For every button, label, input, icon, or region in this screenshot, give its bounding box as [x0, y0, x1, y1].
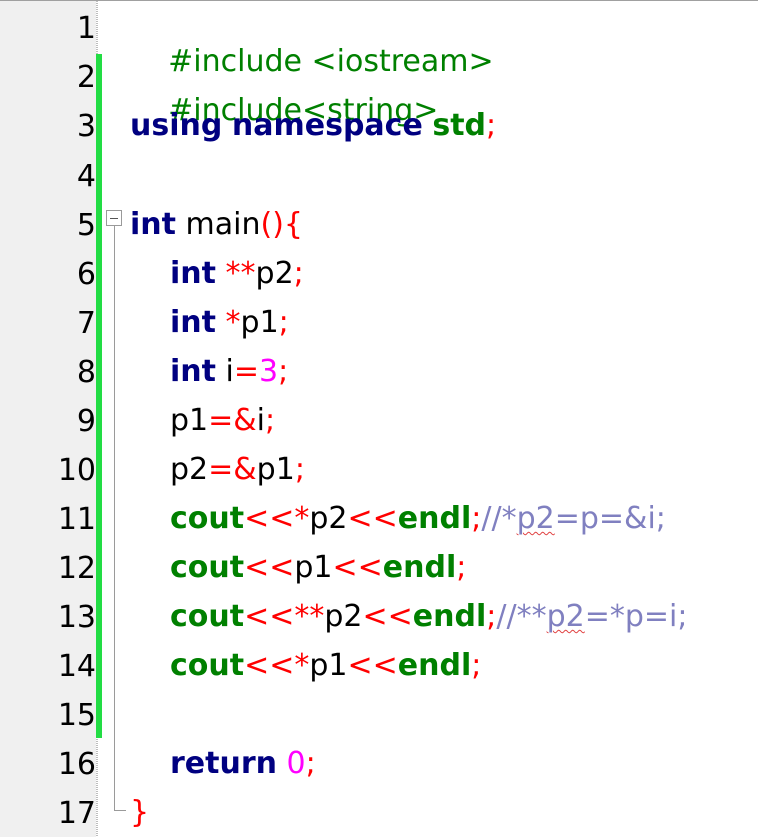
- line-number: 2: [76, 60, 96, 95]
- comment-spellcheck: p2: [516, 501, 555, 536]
- operator: =&: [208, 403, 257, 438]
- semicolon: ;: [305, 746, 316, 781]
- cout-keyword: cout: [170, 599, 245, 634]
- keyword-int: int: [170, 256, 216, 291]
- editor-top-border: [0, 0, 758, 1]
- code-line-17: }: [130, 796, 149, 830]
- cout-keyword: cout: [170, 550, 245, 585]
- code-line-5: int main(){: [130, 208, 303, 242]
- operator: *: [215, 305, 241, 340]
- semicolon: ;: [294, 452, 305, 487]
- operator: <<**: [244, 599, 325, 634]
- endl-keyword: endl: [412, 599, 487, 634]
- keyword-return: return: [170, 746, 277, 781]
- code-line-10: p2=&p1;: [170, 453, 305, 487]
- line-number-gutter: 1 2 3 4 5 6 7 8 9 10 11 12 13 14 15 16 1…: [0, 1, 96, 837]
- code-line-6: int **p2;: [170, 257, 304, 291]
- number-literal: 3: [259, 354, 279, 389]
- semicolon: ;: [471, 501, 482, 536]
- code-line-12: cout<<p1<<endl;: [170, 551, 466, 585]
- line-number: 4: [76, 159, 96, 194]
- operator: <<: [244, 550, 295, 585]
- namespace-std: std: [432, 108, 487, 143]
- keyword-int: int: [170, 305, 216, 340]
- comment: =*p=i;: [584, 599, 688, 634]
- endl-keyword: endl: [397, 648, 472, 683]
- code-line-3: using namespace std;: [130, 109, 496, 143]
- line-number: 3: [76, 109, 96, 144]
- identifier: p1: [256, 452, 295, 487]
- code-line-16: return 0;: [170, 747, 316, 781]
- line-number: 6: [76, 257, 96, 292]
- code-line-9: p1=&i;: [170, 404, 275, 438]
- identifier: p1: [294, 550, 333, 585]
- semicolon: ;: [265, 403, 276, 438]
- comment: =p=&i;: [554, 501, 666, 536]
- line-number: 12: [57, 551, 96, 586]
- punctuation: (){: [260, 207, 303, 242]
- identifier: p2: [255, 256, 294, 291]
- code-line-8: int i=3;: [170, 355, 288, 389]
- change-history-bar: [96, 54, 102, 738]
- cout-keyword: cout: [170, 501, 245, 536]
- operator: <<*: [244, 648, 310, 683]
- comment: //*: [481, 501, 517, 536]
- code-line-13: cout<<**p2<<endl;//**p2=*p=i;: [170, 600, 688, 634]
- identifier: p1: [309, 648, 348, 683]
- operator: <<: [332, 550, 383, 585]
- identifier: p2: [170, 452, 209, 487]
- code-line-14: cout<<*p1<<endl;: [170, 649, 481, 683]
- fold-guide-end: [114, 810, 126, 811]
- operator: =: [233, 354, 259, 389]
- operator: <<: [347, 501, 398, 536]
- line-number: 17: [57, 796, 96, 831]
- line-number: 8: [76, 355, 96, 390]
- closing-brace: }: [130, 795, 150, 830]
- line-number: 15: [57, 698, 96, 733]
- identifier: i: [215, 354, 234, 389]
- operator: <<*: [244, 501, 310, 536]
- endl-keyword: endl: [397, 501, 472, 536]
- keyword-int: int: [170, 354, 216, 389]
- line-number: 16: [57, 747, 96, 782]
- line-number: 9: [76, 404, 96, 439]
- line-number: 1: [76, 11, 96, 46]
- semicolon: ;: [293, 256, 304, 291]
- line-number: 11: [57, 502, 96, 537]
- fold-collapse-icon[interactable]: [106, 210, 122, 226]
- comment: //**: [496, 599, 547, 634]
- line-number: 7: [76, 306, 96, 341]
- fold-guide-line: [114, 226, 115, 811]
- identifier: p1: [240, 305, 279, 340]
- semicolon: ;: [486, 108, 497, 143]
- operator: <<: [347, 648, 398, 683]
- operator: **: [215, 256, 256, 291]
- cout-keyword: cout: [170, 648, 245, 683]
- number-literal: 0: [277, 746, 306, 781]
- semicolon: ;: [471, 648, 482, 683]
- identifier: p1: [170, 403, 209, 438]
- code-line-7: int *p1;: [170, 306, 289, 340]
- line-number: 5: [76, 208, 96, 243]
- keyword-namespace: namespace: [231, 108, 423, 143]
- semicolon: ;: [278, 354, 289, 389]
- keyword-using: using: [130, 108, 223, 143]
- comment-spellcheck: p2: [546, 599, 585, 634]
- endl-keyword: endl: [382, 550, 457, 585]
- semicolon: ;: [486, 599, 497, 634]
- line-number: 14: [57, 649, 96, 684]
- semicolon: ;: [278, 305, 289, 340]
- keyword-int: int: [130, 207, 176, 242]
- function-name: main: [175, 207, 261, 242]
- line-number: 10: [57, 453, 96, 488]
- operator: <<: [362, 599, 413, 634]
- code-line-11: cout<<*p2<<endl;//*p2=p=&i;: [170, 502, 666, 536]
- line-number: 13: [57, 600, 96, 635]
- semicolon: ;: [456, 550, 467, 585]
- identifier: i: [256, 403, 266, 438]
- operator: =&: [208, 452, 257, 487]
- identifier: p2: [324, 599, 363, 634]
- identifier: p2: [309, 501, 348, 536]
